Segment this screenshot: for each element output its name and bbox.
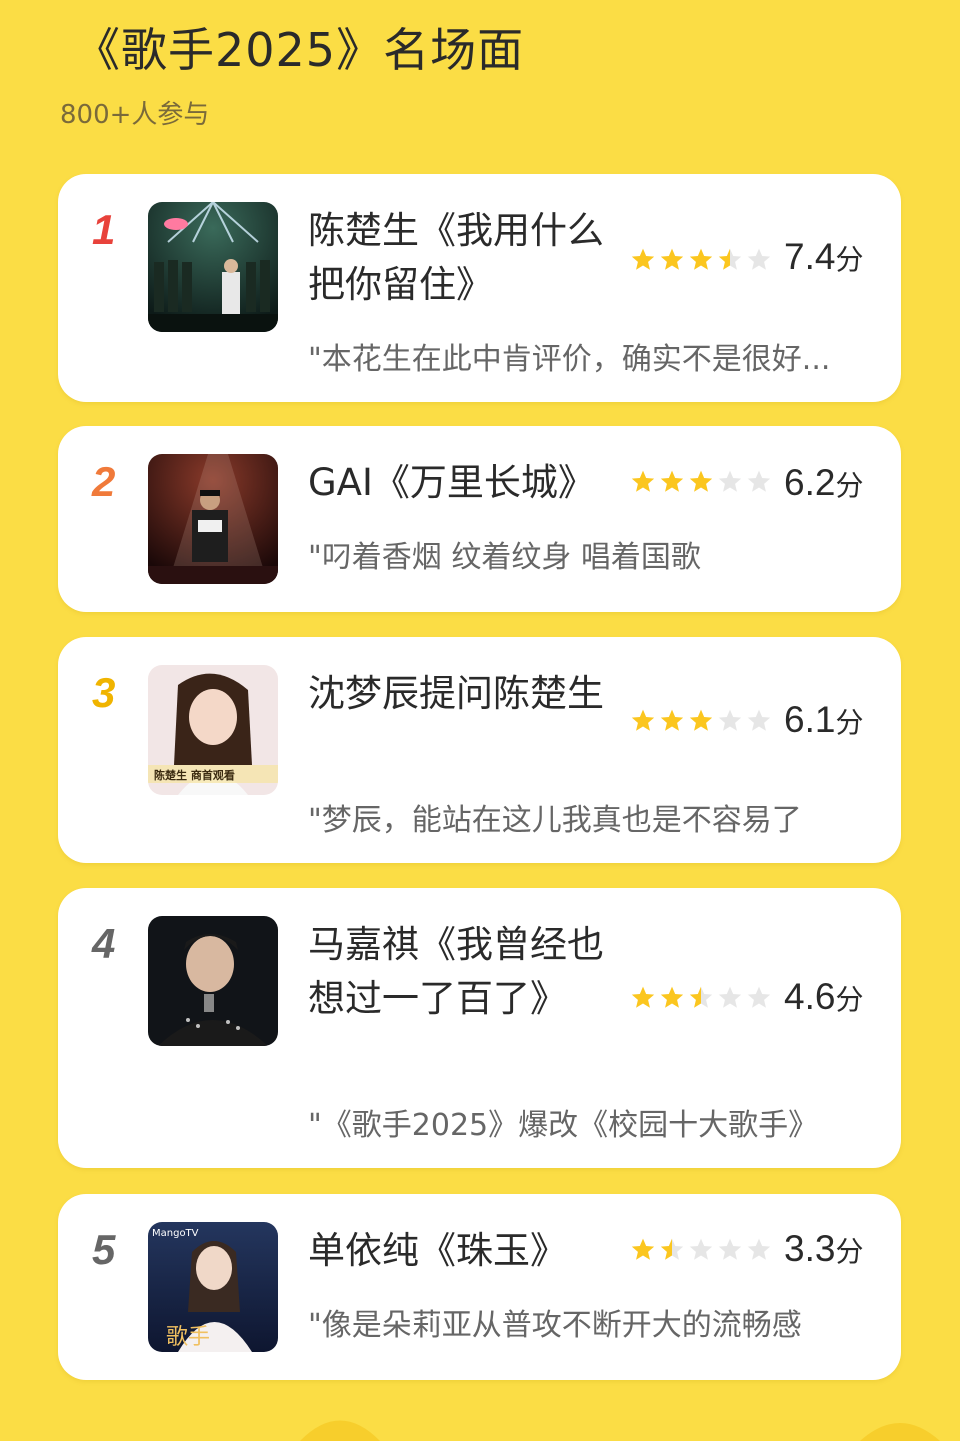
comment-quote: "本花生在此中肯评价，确实不是很好... — [308, 342, 831, 377]
ranking-card[interactable]: 3 陈楚生 商首观看 沈梦辰提问陈楚生 6.1分 "梦辰，能站在这儿我真也是不容… — [58, 637, 901, 863]
star-icon — [631, 709, 655, 731]
score-value: 4.6 — [784, 976, 836, 1017]
star-icon — [631, 1238, 655, 1260]
star-icon — [718, 1238, 742, 1260]
score-value: 3.3 — [784, 1228, 836, 1269]
item-title: 马嘉祺《我曾经也想过一了百了》 — [308, 923, 604, 1020]
rank-number: 5 — [92, 1226, 116, 1273]
star-icon — [631, 248, 655, 270]
score: 3.3分 — [784, 1228, 863, 1270]
ranking-card[interactable]: 2 GAI《万里长城》 6.2分 "叼着香烟 纹着纹身 唱着国歌 — [58, 426, 901, 612]
ranking-card[interactable]: 4 马嘉祺《我曾经也想过一了百了》 4.6分 "《歌手2025》爆改《校园十大歌… — [58, 888, 901, 1168]
star-icon — [660, 709, 684, 731]
star-icon — [689, 1238, 713, 1260]
score-value: 6.1 — [784, 699, 836, 740]
score-value: 6.2 — [784, 462, 836, 503]
star-icon — [660, 248, 684, 270]
score: 7.4分 — [784, 236, 863, 278]
score-unit: 分 — [835, 707, 864, 738]
star-rating — [630, 1230, 772, 1270]
participant-count: 800+人参与 — [60, 100, 210, 130]
thumbnail-image[interactable] — [148, 202, 278, 332]
star-icon — [747, 1238, 771, 1260]
rank-number: 4 — [92, 920, 116, 967]
star-icon — [747, 248, 771, 270]
ranking-card[interactable]: 5 MangoTV 歌手 单依纯《珠玉》 3.3分 "像是朵莉亚从普攻不断开大的… — [58, 1194, 901, 1380]
item-title: 单依纯《珠玉》 — [308, 1229, 567, 1272]
star-rating — [630, 701, 772, 741]
comment-quote: "叼着香烟 纹着纹身 唱着国歌 — [308, 540, 701, 575]
comment-quote: "像是朵莉亚从普攻不断开大的流畅感 — [308, 1308, 802, 1343]
ranking-card[interactable]: 1 陈楚生《我用什么把你留住》 7.4分 "本花生在此中肯评价，确实不是很好..… — [58, 174, 901, 402]
rank-number: 3 — [92, 669, 116, 716]
star-icon — [718, 470, 742, 492]
star-icon — [747, 470, 771, 492]
star-icon — [718, 248, 742, 270]
item-title: 陈楚生《我用什么把你留住》 — [308, 209, 604, 306]
star-icon — [689, 986, 713, 1008]
star-rating — [630, 240, 772, 280]
star-icon — [689, 248, 713, 270]
svg-text:歌手: 歌手 — [166, 1325, 210, 1350]
item-title: 沈梦辰提问陈楚生 — [308, 672, 604, 715]
score-unit: 分 — [835, 1236, 864, 1267]
score: 4.6分 — [784, 976, 863, 1018]
svg-text:陈楚生 商首观看: 陈楚生 商首观看 — [154, 768, 235, 782]
background-decoration — [300, 1420, 940, 1441]
star-rating — [630, 978, 772, 1018]
svg-text:MangoTV: MangoTV — [152, 1228, 199, 1239]
thumbnail-image[interactable]: MangoTV 歌手 — [148, 1222, 278, 1352]
thumbnail-image[interactable] — [148, 454, 278, 584]
stars — [630, 247, 772, 273]
score-unit: 分 — [835, 470, 864, 501]
star-icon — [747, 709, 771, 731]
stars — [630, 469, 772, 495]
score: 6.1分 — [784, 699, 863, 741]
star-icon — [631, 470, 655, 492]
header: 《歌手2025》名场面 800+人参与 — [0, 0, 960, 160]
star-icon — [689, 470, 713, 492]
star-icon — [660, 470, 684, 492]
rank-number: 2 — [92, 458, 116, 505]
star-icon — [660, 986, 684, 1008]
stars — [630, 1237, 772, 1263]
star-icon — [689, 709, 713, 731]
star-icon — [718, 986, 742, 1008]
stars — [630, 708, 772, 734]
comment-quote: "梦辰，能站在这儿我真也是不容易了 — [308, 803, 802, 838]
star-rating — [630, 462, 772, 502]
comment-quote: "《歌手2025》爆改《校园十大歌手》 — [308, 1108, 819, 1143]
star-icon — [747, 986, 771, 1008]
star-icon — [631, 986, 655, 1008]
thumbnail-image[interactable] — [148, 916, 278, 1046]
page-title: 《歌手2025》名场面 — [74, 23, 525, 77]
score-value: 7.4 — [784, 236, 836, 277]
item-title: GAI《万里长城》 — [308, 461, 595, 504]
thumbnail-image[interactable]: 陈楚生 商首观看 — [148, 665, 278, 795]
stars — [630, 985, 772, 1011]
score-unit: 分 — [835, 244, 864, 275]
score: 6.2分 — [784, 462, 863, 504]
star-icon — [718, 709, 742, 731]
star-icon — [660, 1238, 684, 1260]
rank-number: 1 — [92, 206, 116, 253]
score-unit: 分 — [835, 984, 864, 1015]
